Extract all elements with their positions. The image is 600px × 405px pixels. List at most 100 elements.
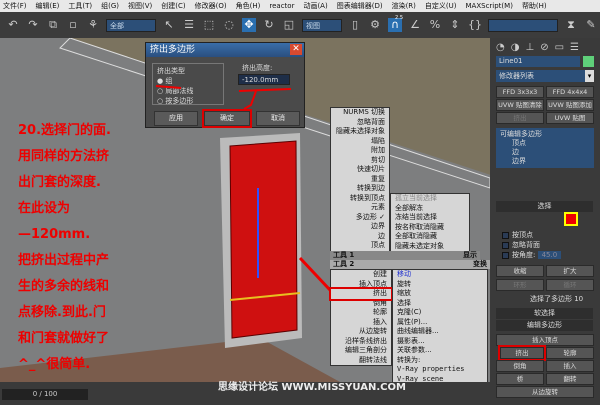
modify-tab-icon[interactable]: ◑ <box>511 42 520 53</box>
quad-menu-item[interactable]: 从边旋转 <box>331 327 391 337</box>
polygon-mode-icon[interactable] <box>564 212 578 226</box>
selection-rollout-header[interactable]: 选择 <box>496 201 593 212</box>
quad-menu-item[interactable]: 全部取消隐藏 <box>391 232 469 242</box>
move-icon[interactable]: ✥ <box>242 18 256 32</box>
quad-menu-item[interactable]: 边界 <box>331 222 389 232</box>
inset-button[interactable]: 插入 <box>546 360 594 372</box>
time-slider[interactable]: 0 / 100 <box>2 389 88 400</box>
quad-menu-item[interactable]: 旋转 <box>393 280 487 290</box>
edit-polygons-rollout[interactable]: 编辑多边形 <box>496 320 593 331</box>
manipulate-icon[interactable]: ⚙ <box>368 18 382 32</box>
display-tab-icon[interactable]: ▭ <box>555 42 564 53</box>
soft-selection-rollout[interactable]: 软选择 <box>496 308 593 319</box>
select-by-name-icon[interactable]: ☰ <box>182 18 196 32</box>
loop-button[interactable]: 循环 <box>546 279 594 291</box>
quad-menu-item[interactable]: 创建 <box>331 270 391 280</box>
menu-item[interactable]: 组(G) <box>101 0 119 12</box>
quad-menu-item[interactable]: 转换到边 <box>331 184 389 194</box>
stack-item[interactable]: 顶点 <box>500 139 590 148</box>
bind-spacewarp-icon[interactable]: ⚘ <box>86 18 100 32</box>
quad-menu-item[interactable]: 倒角 <box>331 299 391 309</box>
shrink-button[interactable]: 收缩 <box>496 265 544 277</box>
quad-menu-item[interactable]: 插入顶点 <box>331 280 391 290</box>
quad-menu-item[interactable]: 缩放 <box>393 289 487 299</box>
quad-menu-item[interactable]: 属性(P)... <box>393 318 487 328</box>
menu-item[interactable]: 编辑(E) <box>36 0 60 12</box>
stack-item[interactable]: 可编辑多边形 <box>500 130 590 139</box>
quad-menu-item[interactable]: 全部解冻 <box>391 204 469 214</box>
quad-menu-item[interactable]: NURMS 切换 <box>331 108 389 118</box>
angle-input[interactable]: 45.0 <box>537 251 562 259</box>
mirror-icon[interactable]: ⧗ <box>564 18 578 32</box>
quad-menu-item[interactable]: 忽略背面 <box>331 118 389 128</box>
redo-icon[interactable]: ↷ <box>26 18 40 32</box>
menu-item[interactable]: MAXScript(M) <box>466 0 513 12</box>
quad-menu-item[interactable]: 快速切片 <box>331 165 389 175</box>
selection-filter-dropdown[interactable]: 全部 <box>106 18 156 32</box>
hierarchy-tab-icon[interactable]: ⊥ <box>525 42 534 53</box>
quad-menu-item[interactable]: 沿样条线挤出 <box>331 337 391 347</box>
quad-menu-item[interactable]: 克隆(C) <box>393 308 487 318</box>
modifier-stack[interactable]: 可编辑多边形 顶点 边 边界 <box>496 128 594 168</box>
motion-tab-icon[interactable]: ⊘ <box>540 42 548 53</box>
named-selection-dropdown[interactable] <box>488 18 558 32</box>
by-angle-checkbox[interactable]: 按角度: 45.0 <box>502 250 562 260</box>
quad-menu-item[interactable]: 孤立当前选择 <box>391 194 469 204</box>
menu-item[interactable]: 图表编辑器(D) <box>337 0 383 12</box>
bevel-button[interactable]: 倒角 <box>496 360 544 372</box>
named-sets-icon[interactable]: {} <box>468 18 482 32</box>
scale-icon[interactable]: ◱ <box>282 18 296 32</box>
outline-button[interactable]: 轮廓 <box>546 347 594 359</box>
quad-menu-item[interactable]: 冻结当前选择 <box>391 213 469 223</box>
spinner-snap-icon[interactable]: ⇕ <box>448 18 462 32</box>
extrude-modifier-button[interactable]: 挤出 <box>496 112 544 124</box>
object-color-swatch[interactable] <box>583 56 594 67</box>
quad-menu-item[interactable]: 轮廓 <box>331 308 391 318</box>
stack-item[interactable]: 边界 <box>500 157 590 166</box>
quad-menu-item[interactable]: 翻转法线 <box>331 356 391 366</box>
link-icon[interactable]: ⧉ <box>46 18 60 32</box>
quad-menu-item[interactable]: 边 <box>331 232 389 242</box>
menu-item[interactable]: reactor <box>269 0 294 12</box>
quad-menu-item[interactable]: 选择 <box>393 299 487 309</box>
rotate-icon[interactable]: ↻ <box>262 18 276 32</box>
menu-item[interactable]: 渲染(R) <box>392 0 416 12</box>
stack-item[interactable]: 边 <box>500 148 590 157</box>
uvw-map-button[interactable]: UVW 贴图 <box>546 112 594 124</box>
create-tab-icon[interactable]: ◔ <box>496 42 505 53</box>
object-name-input[interactable]: Line01 <box>496 56 580 67</box>
by-vertex-checkbox[interactable]: 按顶点 <box>502 230 561 240</box>
quad-menu-item[interactable]: 移动 <box>393 270 487 280</box>
snap-toggle-button[interactable]: ∩ 2.5 <box>388 15 403 32</box>
ffd3-button[interactable]: FFD 3x3x3 <box>496 86 544 98</box>
quad-menu-item[interactable]: 剪切 <box>331 156 389 166</box>
pivot-icon[interactable]: ▯ <box>348 18 362 32</box>
quad-menu-item[interactable]: 重复 <box>331 175 389 185</box>
uvw-add-button[interactable]: UVW 贴图添加 <box>546 99 594 111</box>
quad-menu-item[interactable]: 隐藏未选择对象 <box>331 127 389 137</box>
uvw-clear-button[interactable]: UVW 贴图清除 <box>496 99 544 111</box>
quad-menu-item[interactable]: 多边形 ✓ <box>331 213 389 223</box>
quad-menu-item[interactable]: 挤出 <box>329 287 393 301</box>
align-icon[interactable]: ✎ <box>584 18 598 32</box>
ring-button[interactable]: 环形 <box>496 279 544 291</box>
quad-menu-item[interactable]: 关联参数... <box>393 346 487 356</box>
menu-item[interactable]: 帮助(H) <box>522 0 547 12</box>
flip-button[interactable]: 翻转 <box>546 373 594 385</box>
menu-item[interactable]: 动画(A) <box>303 0 327 12</box>
grow-button[interactable]: 扩大 <box>546 265 594 277</box>
insert-vertex-button[interactable]: 插入顶点 <box>496 334 594 346</box>
unlink-icon[interactable]: ▫ <box>66 18 80 32</box>
quad-menu-item[interactable]: 编辑三角剖分 <box>331 346 391 356</box>
menu-item[interactable]: 工具(T) <box>68 0 92 12</box>
ignore-backfacing-checkbox[interactable]: 忽略背面 <box>502 240 561 250</box>
angle-snap-icon[interactable]: ∠ <box>408 18 422 32</box>
percent-snap-icon[interactable]: % <box>428 18 442 32</box>
menu-item[interactable]: 自定义(U) <box>425 0 457 12</box>
select-icon[interactable]: ↖ <box>162 18 176 32</box>
reference-coord-dropdown[interactable]: 视图 <box>302 18 342 32</box>
quad-menu-item[interactable]: 转换到顶点 <box>331 194 389 204</box>
ffd4-button[interactable]: FFD 4x4x4 <box>546 86 594 98</box>
bridge-button[interactable]: 桥 <box>496 373 544 385</box>
quad-menu-item[interactable]: 曲线编辑器... <box>393 327 487 337</box>
